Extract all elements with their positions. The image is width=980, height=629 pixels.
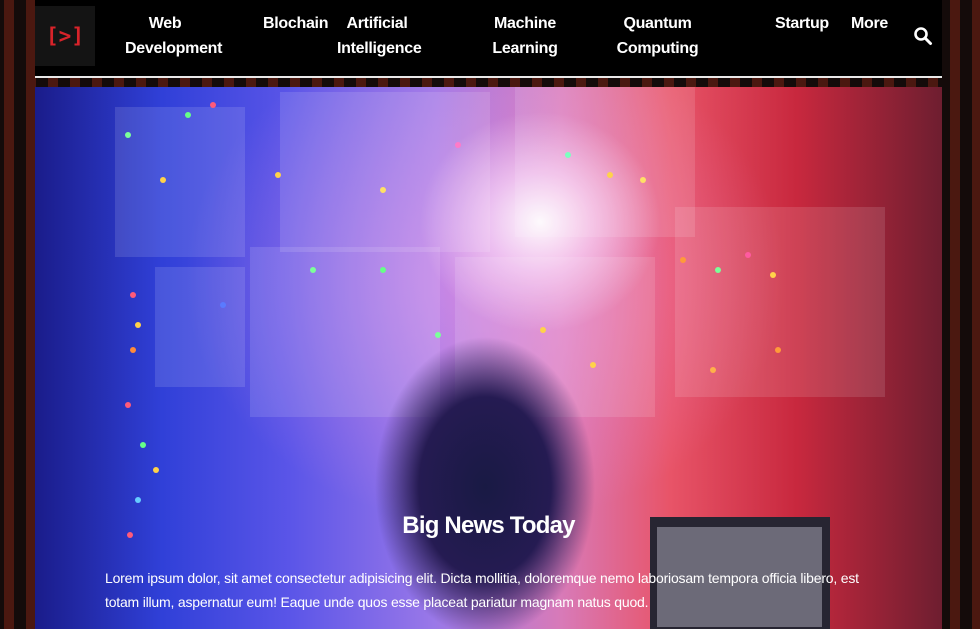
search-icon[interactable] <box>913 26 933 46</box>
nav-machine-learning[interactable]: Machine Learning <box>485 11 565 61</box>
nav-web-development[interactable]: Web Development <box>125 11 222 61</box>
hero-body-text: Lorem ipsum dolor, sit amet consectetur … <box>105 570 859 610</box>
nav-more[interactable]: More <box>851 11 888 36</box>
hero-banner: Big News Today Lorem ipsum dolor, sit am… <box>35 87 942 629</box>
nav-artificial-intelligence[interactable]: Artificial Intelligence <box>337 11 422 61</box>
hero-title: Big News Today <box>402 512 575 539</box>
top-navbar: [>] Web Development Blochain Artificial … <box>35 0 942 78</box>
nav-blockchain[interactable]: Blochain <box>263 11 328 36</box>
nav-startup[interactable]: Startup <box>775 11 829 36</box>
site-logo[interactable]: [>] <box>35 6 95 66</box>
nav-quantum-computing[interactable]: Quantum Computing <box>615 11 700 61</box>
